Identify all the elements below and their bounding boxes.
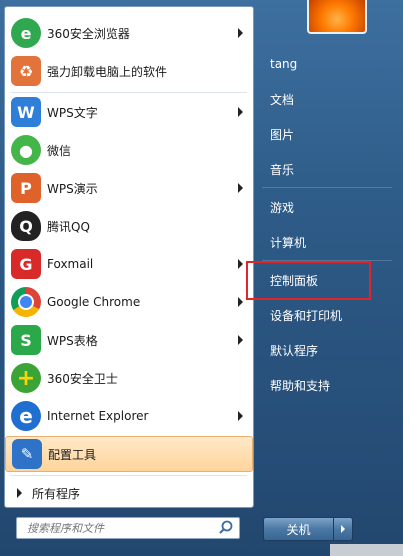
qq-penguin-icon: Q: [11, 211, 41, 241]
foxmail-icon: G: [11, 249, 41, 279]
program-item-foxmail[interactable]: G Foxmail: [5, 246, 253, 282]
program-item-wechat[interactable]: ● 微信: [5, 132, 253, 168]
program-label: WPS文字: [47, 105, 98, 120]
program-label: 360安全浏览器: [47, 26, 130, 41]
program-label: WPS表格: [47, 333, 98, 348]
program-label: WPS演示: [47, 181, 98, 196]
search-box[interactable]: [16, 517, 240, 539]
program-item-qq[interactable]: Q 腾讯QQ: [5, 208, 253, 244]
right-item-music[interactable]: 音乐: [262, 155, 392, 183]
chrome-icon: [11, 287, 41, 317]
program-item-chrome[interactable]: Google Chrome: [5, 284, 253, 320]
right-item-default-programs[interactable]: 默认程序: [262, 336, 392, 364]
submenu-arrow-icon[interactable]: [238, 259, 243, 269]
uninstaller-icon: ♻: [11, 56, 41, 86]
search-icon[interactable]: [217, 518, 239, 538]
programs-pane: e 360安全浏览器 ♻ 强力卸载电脑上的软件 W WPS文字 ● 微信 P W…: [4, 6, 254, 508]
shutdown-options-button[interactable]: [334, 517, 353, 541]
360-security-icon: +: [11, 363, 41, 393]
program-label: Foxmail: [47, 257, 94, 271]
wechat-icon: ●: [11, 135, 41, 165]
submenu-arrow-icon[interactable]: [238, 297, 243, 307]
separator: [262, 187, 392, 188]
right-item-games[interactable]: 游戏: [262, 193, 392, 221]
separator: [11, 475, 247, 476]
wps-spreadsheet-icon: S: [11, 325, 41, 355]
start-menu: e 360安全浏览器 ♻ 强力卸载电脑上的软件 W WPS文字 ● 微信 P W…: [0, 0, 403, 556]
program-item-wps-writer[interactable]: W WPS文字: [5, 94, 253, 130]
user-avatar[interactable]: [307, 0, 367, 34]
submenu-arrow-icon[interactable]: [238, 183, 243, 193]
program-item-360-security[interactable]: + 360安全卫士: [5, 360, 253, 396]
right-item-documents[interactable]: 文档: [262, 85, 392, 113]
taskbar-fragment: [330, 544, 403, 556]
ie-icon: e: [11, 401, 41, 431]
program-item-360-browser[interactable]: e 360安全浏览器: [5, 15, 253, 51]
360-browser-icon: e: [11, 18, 41, 48]
submenu-arrow-icon[interactable]: [238, 335, 243, 345]
program-item-config-tool[interactable]: ✎ 配置工具: [5, 436, 253, 472]
submenu-arrow-icon[interactable]: [238, 411, 243, 421]
shutdown-group: 关机: [263, 517, 353, 541]
right-item-devices-printers[interactable]: 设备和打印机: [262, 301, 392, 329]
program-label: 腾讯QQ: [47, 219, 90, 234]
all-programs-button[interactable]: 所有程序: [5, 479, 253, 507]
program-item-wps-presentation[interactable]: P WPS演示: [5, 170, 253, 206]
program-item-uninstaller[interactable]: ♻ 强力卸载电脑上的软件: [5, 53, 253, 89]
right-item-help-support[interactable]: 帮助和支持: [262, 371, 392, 399]
program-label: 360安全卫士: [47, 371, 118, 386]
program-item-ie[interactable]: e Internet Explorer: [5, 398, 253, 434]
separator: [11, 92, 247, 93]
right-item-computer[interactable]: 计算机: [262, 228, 392, 256]
right-item-user[interactable]: tang: [262, 50, 392, 78]
submenu-arrow-icon[interactable]: [238, 107, 243, 117]
chevron-right-icon: [341, 525, 345, 533]
control-panel-highlight-box: [246, 261, 371, 300]
search-input[interactable]: [25, 518, 217, 538]
program-label: Google Chrome: [47, 295, 141, 309]
config-tool-icon: ✎: [12, 439, 42, 469]
program-item-wps-spreadsheet[interactable]: S WPS表格: [5, 322, 253, 358]
all-programs-label: 所有程序: [32, 486, 81, 501]
play-arrow-icon: [17, 488, 22, 498]
program-label: 微信: [47, 143, 72, 158]
shutdown-button[interactable]: 关机: [263, 517, 334, 541]
wps-presentation-icon: P: [11, 173, 41, 203]
program-label: Internet Explorer: [47, 409, 149, 423]
right-item-pictures[interactable]: 图片: [262, 120, 392, 148]
wps-writer-icon: W: [11, 97, 41, 127]
program-label: 配置工具: [48, 447, 97, 462]
program-label: 强力卸载电脑上的软件: [47, 64, 168, 79]
submenu-arrow-icon[interactable]: [238, 28, 243, 38]
